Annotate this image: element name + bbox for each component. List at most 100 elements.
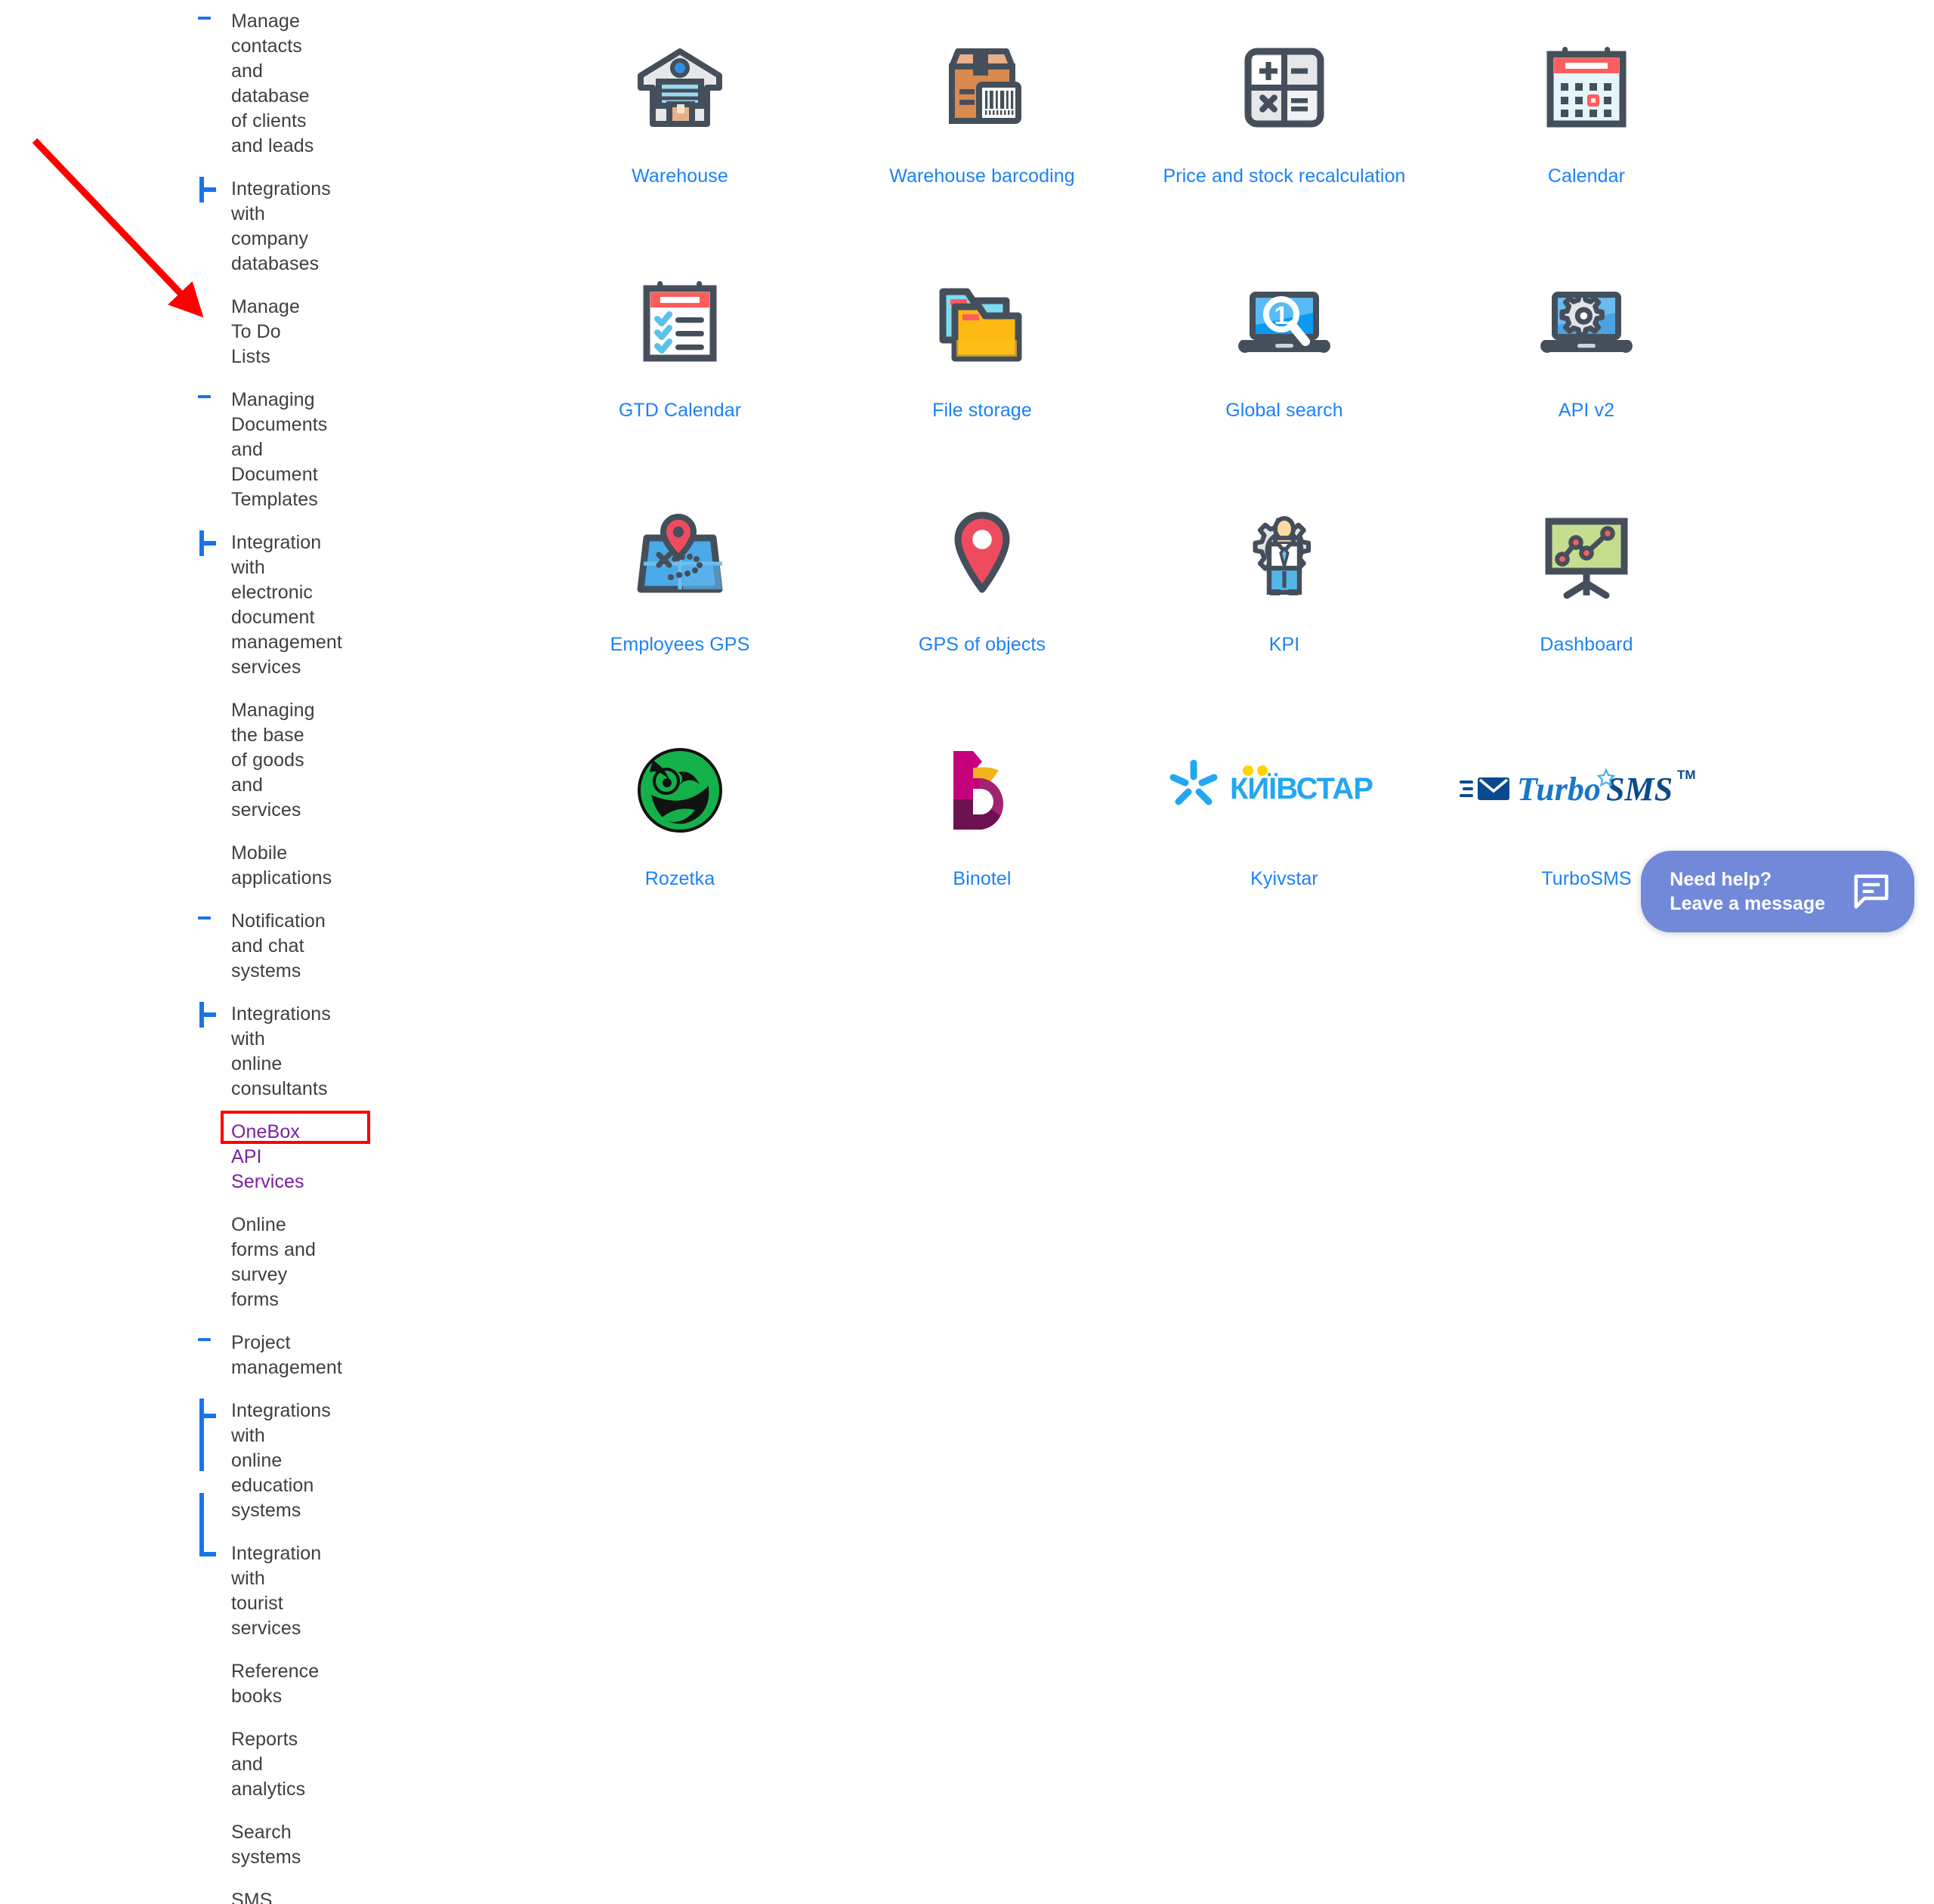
sidebar-item-label: Notification and chat systems — [231, 910, 326, 981]
calculator-icon — [1236, 39, 1333, 136]
app-tile-label: API v2 — [1558, 400, 1615, 421]
app-tile-label: Dashboard — [1540, 634, 1633, 655]
sidebar-item-integration-with-tourist-services[interactable]: Integration with tourist services — [0, 1493, 529, 1644]
sidebar-item-label: Manage To Do Lists — [231, 296, 300, 367]
svg-text:Turbo: Turbo — [1517, 771, 1601, 808]
app-tile-binotel[interactable]: Binotel — [831, 733, 1133, 967]
map-route-pin-icon — [632, 508, 728, 604]
app-tile-gps-of-objects[interactable]: GPS of objects — [831, 499, 1133, 733]
sidebar-item-label: Reports and analytics — [231, 1729, 306, 1800]
businessman-gear-icon — [1236, 508, 1333, 604]
sidebar-item-label: Project management — [231, 1332, 342, 1378]
sidebar-item-manage-to-do-lists[interactable]: Manage To Do Lists — [0, 292, 529, 372]
app-tile-warehouse-barcoding[interactable]: Warehouse barcoding — [831, 30, 1133, 264]
app-tile-label: Warehouse barcoding — [889, 165, 1075, 187]
app-tile-label: Warehouse — [632, 165, 728, 187]
svg-text:1: 1 — [1274, 301, 1289, 330]
app-tile-kpi[interactable]: KPI — [1133, 499, 1435, 733]
laptop-search-icon: 1 — [1236, 274, 1333, 370]
sidebar-item-reports-and-analytics[interactable]: Reports and analytics — [0, 1724, 529, 1805]
sidebar-item-label: Online forms and survey forms — [231, 1214, 317, 1310]
sidebar-item-label: Manage contacts and database of clients … — [231, 11, 314, 156]
app-row: Warehouse Warehouse barcoding Price and — [529, 30, 1934, 264]
app-tile-label: Rozetka — [644, 868, 715, 889]
turbosms-logo: Turbo SMS TM — [1458, 742, 1715, 839]
calendar-icon — [1538, 39, 1635, 136]
app-tile-label: Global search — [1225, 400, 1343, 421]
sidebar-item-onebox-api-services[interactable]: OneBox API Services — [0, 1111, 529, 1198]
app-tile-label: KPI — [1268, 634, 1300, 655]
sidebar-item-integrations-with-online-consultants[interactable]: Integrations with online consultants — [0, 999, 529, 1105]
app-tile-kyivstar[interactable]: КИЇВСТАР Kyivstar — [1133, 733, 1435, 967]
sidebar-item-label: Reference books — [231, 1661, 320, 1707]
tree-collapse-icon[interactable] — [198, 395, 211, 398]
app-tile-employees-gps[interactable]: Employees GPS — [529, 499, 831, 733]
sidebar-item-project-management[interactable]: Project management — [0, 1328, 529, 1383]
app-tile-label: Price and stock recalculation — [1163, 165, 1406, 187]
sidebar-item-label: Managing the base of goods and services — [231, 700, 315, 821]
app-tile-label: GPS of objects — [918, 634, 1046, 655]
sidebar-item-managing-the-base-of-goods-and-services[interactable]: Managing the base of goods and services — [0, 695, 529, 826]
sidebar-item-mobile-applications[interactable]: Mobile applications — [0, 838, 529, 894]
binotel-logo — [934, 742, 1030, 839]
sidebar-item-label: Mobile applications — [231, 842, 332, 889]
app-tile-label: GTD Calendar — [618, 400, 742, 421]
app-tile-global-search[interactable]: 1 Global search — [1133, 264, 1435, 499]
app-tile-price-and-stock-recalculation[interactable]: Price and stock recalculation — [1133, 30, 1435, 264]
app-tile-dashboard[interactable]: Dashboard — [1435, 499, 1738, 733]
sidebar-item-sms-mailing-integrations[interactable]: SMS mailing integrations — [0, 1885, 529, 1904]
sidebar-item-integration-with-electronic-document-management-services[interactable]: Integration with electronic document man… — [0, 527, 529, 683]
map-pin-icon — [934, 508, 1030, 604]
app-tile-calendar[interactable]: Calendar — [1435, 30, 1738, 264]
app-grid: Warehouse Warehouse barcoding Price and — [529, 0, 1934, 967]
chat-widget-line2: Leave a message — [1670, 893, 1825, 914]
laptop-gear-icon — [1538, 274, 1635, 370]
app-tile-label: TurboSMS — [1541, 868, 1632, 889]
sidebar-item-label: OneBox API Services — [231, 1121, 304, 1192]
sidebar-item-label: Integration with electronic document man… — [231, 532, 342, 678]
sidebar-nav: Manage contacts and database of clients … — [0, 0, 529, 1904]
sidebar-item-label: Integrations with online education syste… — [231, 1400, 331, 1521]
tree-collapse-icon[interactable] — [198, 1338, 211, 1341]
sidebar-item-label: Integration with tourist services — [231, 1543, 322, 1639]
checklist-calendar-icon — [632, 274, 728, 370]
sidebar-item-search-systems[interactable]: Search systems — [0, 1817, 529, 1873]
chat-widget-line1: Need help? — [1670, 869, 1772, 890]
app-row: Employees GPS GPS of objects KPI Dashboa… — [529, 499, 1934, 733]
chat-widget-button[interactable]: Need help? Leave a message — [1641, 851, 1914, 932]
svg-text:КИЇВСТАР: КИЇВСТАР — [1230, 772, 1373, 805]
app-tile-api-v2[interactable]: API v2 — [1435, 264, 1738, 499]
app-row: GTD Calendar File storage 1 Global search… — [529, 264, 1934, 499]
chat-widget-text: Need help? Leave a message — [1670, 867, 1825, 916]
svg-text:TM: TM — [1677, 768, 1696, 782]
page-root: Manage contacts and database of clients … — [0, 0, 1934, 1904]
sidebar-item-managing-documents-and-document-templates[interactable]: Managing Documents and Document Template… — [0, 385, 529, 515]
app-tile-label: Binotel — [953, 868, 1012, 889]
sidebar-item-label: Managing Documents and Document Template… — [231, 389, 328, 510]
app-tile-gtd-calendar[interactable]: GTD Calendar — [529, 264, 831, 499]
app-tile-warehouse[interactable]: Warehouse — [529, 30, 831, 264]
warehouse-icon — [632, 39, 728, 136]
kyivstar-logo: КИЇВСТАР — [1163, 742, 1405, 839]
app-tile-label: Kyivstar — [1250, 868, 1318, 889]
svg-text:SMS: SMS — [1606, 771, 1673, 808]
tree-collapse-icon[interactable] — [198, 916, 211, 920]
sidebar-item-reference-books[interactable]: Reference books — [0, 1656, 529, 1712]
sidebar-item-label: Search systems — [231, 1822, 301, 1868]
sidebar-item-notification-and-chat-systems[interactable]: Notification and chat systems — [0, 906, 529, 987]
app-tile-label: File storage — [932, 400, 1032, 421]
sidebar-item-manage-contacts-and-database-of-clients-and-leads[interactable]: Manage contacts and database of clients … — [0, 6, 529, 162]
box-barcode-icon — [934, 39, 1030, 136]
app-tile-rozetka[interactable]: Rozetka — [529, 733, 831, 967]
sidebar-item-integrations-with-online-education-systems[interactable]: Integrations with online education syste… — [0, 1396, 529, 1526]
app-tile-label: Calendar — [1547, 165, 1626, 187]
app-tile-label: Employees GPS — [610, 634, 750, 655]
folders-icon — [934, 274, 1030, 370]
sidebar-item-online-forms-and-survey-forms[interactable]: Online forms and survey forms — [0, 1210, 529, 1315]
presentation-chart-icon — [1538, 508, 1635, 604]
sidebar-item-label: SMS mailing integrations — [231, 1890, 273, 1904]
app-tile-file-storage[interactable]: File storage — [831, 264, 1133, 499]
tree-collapse-icon[interactable] — [198, 17, 211, 20]
chat-bubble-icon — [1851, 871, 1892, 912]
sidebar-item-integrations-with-company-databases[interactable]: Integrations with company databases — [0, 174, 529, 280]
